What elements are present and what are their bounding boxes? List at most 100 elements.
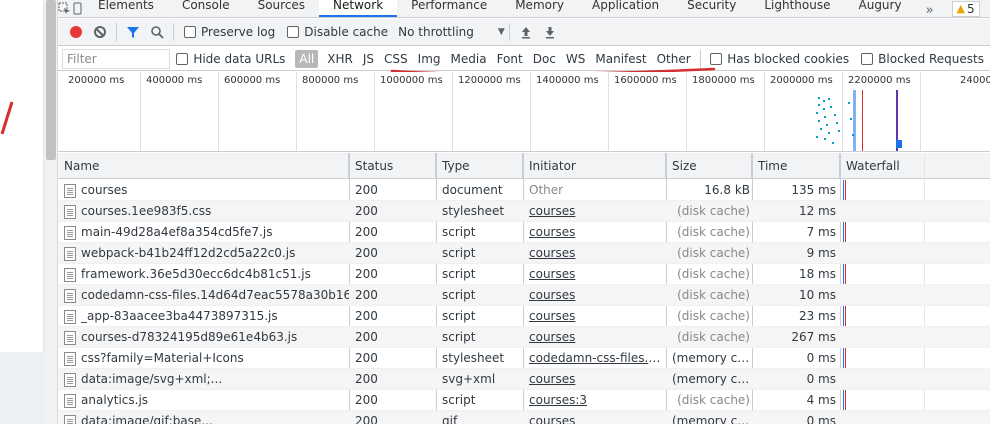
table-row[interactable]: courses 200 document Other 16.8 kB 135 m… xyxy=(58,180,990,201)
request-name[interactable]: data:image/svg+xml;... xyxy=(64,369,349,390)
more-tabs-button[interactable]: » xyxy=(916,4,944,17)
tab-augury[interactable]: Augury xyxy=(845,0,916,17)
tab-lighthouse[interactable]: Lighthouse xyxy=(750,0,844,17)
search-button[interactable] xyxy=(145,20,169,44)
request-name[interactable]: framework.36e5d30ecc6dc4b81c51.js xyxy=(64,264,349,285)
tab-performance[interactable]: Performance xyxy=(397,0,501,17)
type-filter-ws[interactable]: WS xyxy=(561,50,590,68)
type-filter-img[interactable]: Img xyxy=(413,50,446,68)
tab-memory[interactable]: Memory xyxy=(501,0,578,17)
checkbox-box[interactable] xyxy=(176,52,189,65)
request-name[interactable]: courses xyxy=(64,180,349,201)
warnings-badge[interactable]: ▲ 5 xyxy=(951,1,980,17)
checkbox-box[interactable] xyxy=(861,52,874,65)
type-filter-other[interactable]: Other xyxy=(652,50,696,68)
request-initiator[interactable]: courses xyxy=(529,285,667,306)
request-initiator[interactable]: courses xyxy=(529,201,667,222)
tab-application[interactable]: Application xyxy=(578,0,673,17)
file-icon xyxy=(64,414,76,424)
table-row[interactable]: css?family=Material+Icons 200 stylesheet… xyxy=(58,348,990,369)
tab-console[interactable]: Console xyxy=(168,0,244,17)
type-filter-font[interactable]: Font xyxy=(492,50,528,68)
request-status: 200 xyxy=(355,372,378,386)
checkbox-box[interactable] xyxy=(710,52,723,65)
col-name[interactable]: Name xyxy=(58,153,349,179)
request-type: script xyxy=(442,393,476,407)
request-initiator[interactable]: codedamn-css-files.389... xyxy=(529,348,667,369)
overview-tick-label: 400000 ms xyxy=(146,75,203,86)
preserve-log-checkbox[interactable]: Preserve log xyxy=(184,25,275,39)
table-row[interactable]: webpack-b41b24ff12d2cd5a22c0.js 200 scri… xyxy=(58,243,990,264)
export-har-button[interactable] xyxy=(538,20,562,44)
col-initiator[interactable]: Initiator xyxy=(523,153,666,179)
table-row[interactable]: _app-83aacee3ba4473897315.js 200 script … xyxy=(58,306,990,327)
type-filter-js[interactable]: JS xyxy=(358,50,379,68)
has-blocked-cookies-checkbox[interactable]: Has blocked cookies xyxy=(710,52,849,66)
col-status[interactable]: Status xyxy=(349,153,436,179)
type-filter-media[interactable]: Media xyxy=(446,50,492,68)
overview-request-bar xyxy=(826,124,828,126)
overview-request-bar xyxy=(848,102,850,104)
table-row[interactable]: data:image/gif;base... 200 gif courses (… xyxy=(58,411,990,424)
table-row[interactable]: framework.36e5d30ecc6dc4b81c51.js 200 sc… xyxy=(58,264,990,285)
overview-tick-label: 1200000 ms xyxy=(458,75,521,86)
request-name[interactable]: main-49d28a4ef8a354cd5fe7.js xyxy=(64,222,349,243)
table-row[interactable]: data:image/svg+xml;... 200 svg+xml cours… xyxy=(58,369,990,390)
clear-button[interactable] xyxy=(88,20,112,44)
request-name[interactable]: codedamn-css-files.14d64d7eac5578a30b16.… xyxy=(64,285,349,306)
checkbox-box[interactable] xyxy=(184,26,196,38)
page-scrollbar-thumb[interactable] xyxy=(46,0,56,160)
device-toolbar-icon[interactable] xyxy=(71,0,84,17)
hide-data-urls-checkbox[interactable]: Hide data URLs xyxy=(176,52,285,66)
request-initiator[interactable]: courses xyxy=(529,369,667,390)
throttling-select[interactable]: No throttling ▼ xyxy=(398,25,505,39)
record-button[interactable] xyxy=(64,20,88,44)
request-initiator[interactable]: Other xyxy=(529,180,667,201)
type-filter-xhr[interactable]: XHR xyxy=(322,50,358,68)
inspect-element-icon[interactable] xyxy=(58,0,71,17)
request-name[interactable]: webpack-b41b24ff12d2cd5a22c0.js xyxy=(64,243,349,264)
request-initiator[interactable]: courses xyxy=(529,411,667,424)
table-row[interactable]: courses-d78324195d89e61e4b63.js 200 scri… xyxy=(58,327,990,348)
network-overview[interactable]: 200000 ms 400000 ms 600000 ms 800000 ms 1000… xyxy=(58,72,990,152)
request-name[interactable]: courses-d78324195d89e61e4b63.js xyxy=(64,327,349,348)
col-size[interactable]: Size xyxy=(666,153,752,179)
request-initiator[interactable]: courses xyxy=(529,327,667,348)
checkbox-box[interactable] xyxy=(287,26,300,38)
toolbar-divider xyxy=(508,23,510,41)
tab-network[interactable]: Network xyxy=(319,0,398,17)
tab-sources[interactable]: Sources xyxy=(244,0,319,17)
request-initiator[interactable]: courses xyxy=(529,222,667,243)
request-size: (memory cac... xyxy=(672,414,750,424)
table-row[interactable]: codedamn-css-files.14d64d7eac5578a30b16.… xyxy=(58,285,990,306)
table-row[interactable]: courses.1ee983f5.css 200 stylesheet cour… xyxy=(58,201,990,222)
request-name[interactable]: css?family=Material+Icons xyxy=(64,348,349,369)
import-har-button[interactable] xyxy=(514,20,538,44)
request-initiator[interactable]: courses xyxy=(529,243,667,264)
request-name[interactable]: data:image/gif;base... xyxy=(64,411,349,424)
request-name[interactable]: courses.1ee983f5.css xyxy=(64,201,349,222)
type-filter-css[interactable]: CSS xyxy=(379,50,413,68)
col-time[interactable]: Time xyxy=(752,153,840,179)
filter-toggle-button[interactable] xyxy=(121,20,145,44)
type-filter-doc[interactable]: Doc xyxy=(528,50,561,68)
col-type[interactable]: Type xyxy=(436,153,523,179)
disable-cache-checkbox[interactable]: Disable cache xyxy=(287,25,388,39)
type-filter-all[interactable]: All xyxy=(295,49,319,68)
blocked-requests-checkbox[interactable]: Blocked Requests xyxy=(861,52,984,66)
table-row[interactable]: analytics.js 200 script courses:3 (disk … xyxy=(58,390,990,411)
overview-tick-label: 200000 ms xyxy=(68,75,125,86)
col-waterfall[interactable]: Waterfall xyxy=(840,153,990,179)
request-name[interactable]: _app-83aacee3ba4473897315.js xyxy=(64,306,349,327)
record-icon xyxy=(70,26,82,38)
tab-elements[interactable]: Elements xyxy=(84,0,168,17)
chevron-down-icon: ▼ xyxy=(497,27,505,37)
request-name[interactable]: analytics.js xyxy=(64,390,349,411)
table-row[interactable]: main-49d28a4ef8a354cd5fe7.js 200 script … xyxy=(58,222,990,243)
request-initiator[interactable]: courses xyxy=(529,306,667,327)
type-filter-manifest[interactable]: Manifest xyxy=(590,50,651,68)
filter-input[interactable]: Filter xyxy=(62,48,171,69)
request-initiator[interactable]: courses xyxy=(529,264,667,285)
tab-security[interactable]: Security xyxy=(673,0,750,17)
request-initiator[interactable]: courses:3 xyxy=(529,390,667,411)
